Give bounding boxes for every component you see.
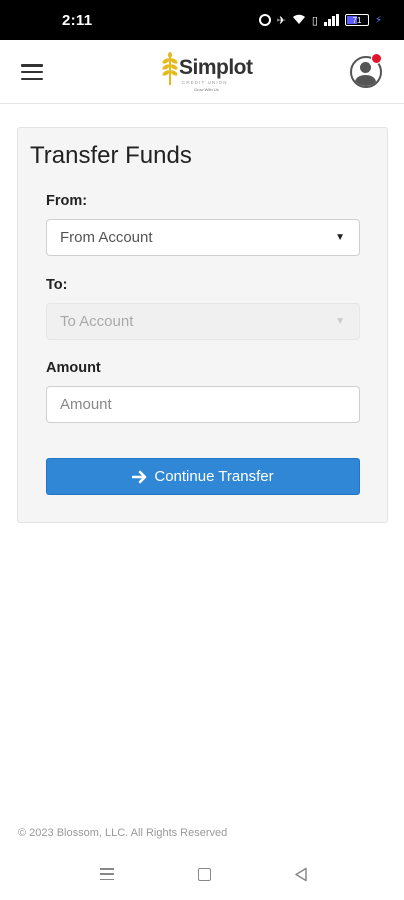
- continue-transfer-button[interactable]: Continue Transfer: [46, 458, 360, 495]
- battery-icon: 71: [344, 14, 369, 26]
- logo-subtitle: CREDIT UNION: [182, 80, 228, 85]
- status-time: 2:11: [62, 11, 93, 29]
- to-account-select[interactable]: To Account ▼: [46, 303, 360, 340]
- page-title: Transfer Funds: [30, 142, 192, 169]
- battery-level: 71: [352, 15, 362, 25]
- back-icon[interactable]: [294, 867, 308, 882]
- system-nav-bar: [0, 856, 404, 896]
- copyright-footer: © 2023 Blossom, LLC. All Rights Reserved: [18, 827, 228, 839]
- app-header: Simplot CREDIT UNION Grow With Us: [0, 40, 404, 104]
- sim-icon: ▯: [311, 14, 318, 27]
- logo-tagline: Grow With Us: [194, 87, 219, 92]
- hamburger-menu-icon[interactable]: [21, 64, 43, 80]
- logo-text: Simplot: [179, 56, 253, 79]
- transfer-funds-card: Transfer Funds From: From Account ▼ To: …: [17, 127, 388, 523]
- home-icon[interactable]: [198, 868, 211, 881]
- simplot-logo: Simplot CREDIT UNION Grow With Us: [160, 50, 253, 98]
- wheat-logo-icon: [162, 52, 178, 85]
- do-not-disturb-icon: ✈: [276, 14, 286, 27]
- status-icons: ✈ ▯ 71 ⚡: [258, 13, 382, 28]
- to-label: To:: [46, 277, 68, 293]
- amount-label: Amount: [46, 360, 101, 376]
- from-label: From:: [46, 193, 88, 209]
- signal-icon: [323, 14, 339, 26]
- chevron-down-icon: ▼: [335, 316, 345, 327]
- alarm-icon: [258, 14, 271, 26]
- screen: 2:11 ✈ ▯ 71 ⚡ Simplot CREDIT UNION Grow …: [0, 0, 404, 900]
- arrow-right-icon: [132, 470, 147, 483]
- continue-transfer-label: Continue Transfer: [154, 468, 274, 485]
- from-account-value: From Account: [60, 229, 153, 246]
- wifi-icon: [292, 13, 306, 28]
- chevron-down-icon: ▼: [335, 232, 345, 243]
- amount-input[interactable]: Amount: [46, 386, 360, 423]
- recent-apps-icon[interactable]: [100, 868, 114, 880]
- notification-badge: [371, 53, 382, 64]
- status-bar: 2:11 ✈ ▯ 71 ⚡: [0, 0, 404, 40]
- to-account-value: To Account: [60, 313, 134, 330]
- from-account-select[interactable]: From Account ▼: [46, 219, 360, 256]
- amount-placeholder: Amount: [60, 396, 112, 413]
- charging-icon: ⚡: [374, 14, 382, 26]
